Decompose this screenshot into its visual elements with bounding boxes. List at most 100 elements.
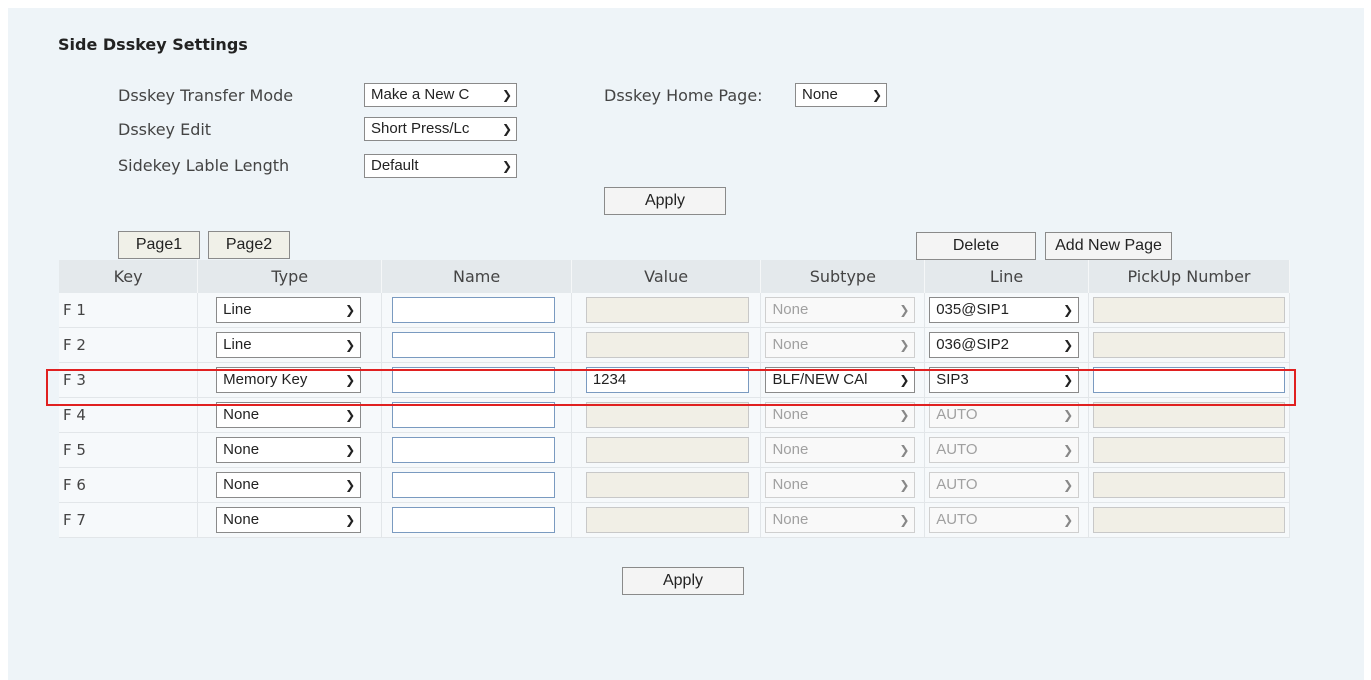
- line-select[interactable]: AUTO ❯: [929, 472, 1080, 498]
- key-cell: F 2: [59, 327, 199, 363]
- pickup-number-input[interactable]: [1092, 507, 1285, 533]
- line-value: AUTO: [936, 441, 978, 458]
- type-select[interactable]: Memory Key ❯: [216, 367, 362, 393]
- chevron-down-icon: ❯: [1063, 303, 1074, 317]
- chevron-down-icon: ❯: [345, 408, 356, 422]
- label-length-value: Default: [371, 157, 419, 174]
- subtype-value: BLF/NEW CAl: [772, 371, 868, 388]
- chevron-down-icon: ❯: [1063, 338, 1074, 352]
- type-select[interactable]: None ❯: [216, 437, 362, 463]
- line-select[interactable]: AUTO ❯: [929, 437, 1080, 463]
- table-row: F 4 None ❯ None ❯ AUTO ❯: [59, 397, 1291, 433]
- home-page-select[interactable]: None ❯: [795, 83, 887, 107]
- column-header-line: Line: [924, 260, 1089, 293]
- value-input[interactable]: [585, 332, 749, 358]
- column-header-subtype: Subtype: [760, 260, 926, 293]
- chevron-down-icon: ❯: [1063, 408, 1074, 422]
- table-row: F 1 Line ❯ None ❯ 035@SIP1 ❯: [59, 293, 1291, 328]
- home-page-label: Dsskey Home Page:: [604, 86, 763, 105]
- pickup-number-input[interactable]: [1092, 297, 1285, 323]
- subtype-select[interactable]: None ❯: [765, 472, 916, 498]
- line-select[interactable]: 036@SIP2 ❯: [929, 332, 1080, 358]
- dsskey-edit-label: Dsskey Edit: [118, 120, 212, 139]
- line-select[interactable]: AUTO ❯: [929, 507, 1080, 533]
- subtype-value: None: [772, 406, 809, 423]
- value-input[interactable]: [585, 472, 749, 498]
- chevron-down-icon: ❯: [345, 303, 356, 317]
- chevron-down-icon: ❯: [345, 338, 356, 352]
- subtype-value: None: [772, 301, 809, 318]
- chevron-down-icon: ❯: [899, 373, 910, 387]
- name-input[interactable]: [392, 332, 556, 358]
- name-input[interactable]: [392, 367, 556, 393]
- chevron-down-icon: ❯: [899, 443, 910, 457]
- column-header-pickup-number: PickUp Number: [1088, 260, 1291, 293]
- column-header-value: Value: [571, 260, 762, 293]
- table-row: F 5 None ❯ None ❯ AUTO ❯: [59, 432, 1291, 468]
- pickup-number-input[interactable]: [1092, 332, 1285, 358]
- table-row: F 3 Memory Key ❯ 1234 BLF/NEW CAl ❯ SIP3 ❯: [59, 362, 1291, 398]
- pickup-number-input[interactable]: [1092, 367, 1285, 393]
- chevron-down-icon: ❯: [1063, 373, 1074, 387]
- transfer-mode-select[interactable]: Make a New C ❯: [364, 83, 517, 107]
- tab-page2[interactable]: Page2: [208, 231, 290, 259]
- key-cell: F 4: [59, 397, 199, 433]
- line-select[interactable]: AUTO ❯: [929, 402, 1080, 428]
- value-input[interactable]: [585, 297, 749, 323]
- label-length-select[interactable]: Default ❯: [364, 154, 517, 178]
- apply-button-bottom[interactable]: Apply: [622, 567, 744, 595]
- name-input[interactable]: [392, 507, 556, 533]
- subtype-select[interactable]: None ❯: [765, 402, 916, 428]
- name-input[interactable]: [392, 402, 556, 428]
- type-select[interactable]: None ❯: [216, 507, 362, 533]
- value-input[interactable]: [585, 437, 749, 463]
- type-value: None: [223, 476, 260, 493]
- subtype-value: None: [772, 336, 809, 353]
- value-input[interactable]: 1234: [585, 367, 749, 393]
- apply-button-top[interactable]: Apply: [604, 187, 726, 215]
- line-select[interactable]: SIP3 ❯: [929, 367, 1080, 393]
- value-input[interactable]: [585, 402, 749, 428]
- chevron-down-icon: ❯: [501, 122, 512, 136]
- type-select[interactable]: None ❯: [216, 472, 362, 498]
- type-value: None: [223, 511, 260, 528]
- line-select[interactable]: 035@SIP1 ❯: [929, 297, 1080, 323]
- chevron-down-icon: ❯: [345, 443, 356, 457]
- type-value: None: [223, 441, 260, 458]
- type-select[interactable]: Line ❯: [216, 332, 362, 358]
- chevron-down-icon: ❯: [899, 478, 910, 492]
- subtype-select[interactable]: None ❯: [765, 437, 916, 463]
- add-new-page-button[interactable]: Add New Page: [1045, 232, 1172, 260]
- subtype-select[interactable]: None ❯: [765, 297, 916, 323]
- column-header-key: Key: [59, 260, 199, 293]
- name-input[interactable]: [392, 437, 556, 463]
- pickup-number-input[interactable]: [1092, 402, 1285, 428]
- type-select[interactable]: Line ❯: [216, 297, 362, 323]
- delete-button[interactable]: Delete: [916, 232, 1036, 260]
- subtype-select[interactable]: None ❯: [765, 332, 916, 358]
- chevron-down-icon: ❯: [1063, 513, 1074, 527]
- table-header-row: Key Type Name Value Subtype Line PickUp …: [59, 260, 1291, 293]
- subtype-select[interactable]: BLF/NEW CAl ❯: [765, 367, 916, 393]
- line-value: SIP3: [936, 371, 969, 388]
- name-input[interactable]: [392, 472, 556, 498]
- pickup-number-input[interactable]: [1092, 437, 1285, 463]
- subtype-value: None: [772, 476, 809, 493]
- type-select[interactable]: None ❯: [216, 402, 362, 428]
- line-value: 035@SIP1: [936, 301, 1009, 318]
- label-length-label: Sidekey Lable Length: [118, 156, 290, 175]
- key-cell: F 3: [59, 362, 199, 398]
- chevron-down-icon: ❯: [899, 338, 910, 352]
- chevron-down-icon: ❯: [1063, 478, 1074, 492]
- dsskey-edit-select[interactable]: Short Press/Lc ❯: [364, 117, 517, 141]
- table-body: F 1 Line ❯ None ❯ 035@SIP1 ❯ F 2 Line ❯ None ❯ 036@S…: [59, 293, 1291, 538]
- name-input[interactable]: [392, 297, 556, 323]
- transfer-mode-value: Make a New C: [371, 86, 470, 103]
- line-value: AUTO: [936, 406, 978, 423]
- line-value: 036@SIP2: [936, 336, 1009, 353]
- subtype-select[interactable]: None ❯: [765, 507, 916, 533]
- tab-page1[interactable]: Page1: [118, 231, 200, 259]
- value-input[interactable]: [585, 507, 749, 533]
- chevron-down-icon: ❯: [899, 303, 910, 317]
- pickup-number-input[interactable]: [1092, 472, 1285, 498]
